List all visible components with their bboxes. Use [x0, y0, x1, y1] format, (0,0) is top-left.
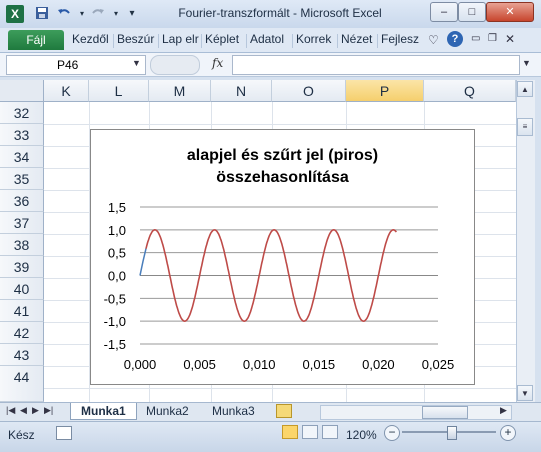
record-macro-icon[interactable]	[56, 426, 72, 440]
chart-plot: 1,5 1,0 0,5 0,0 -0,5 -1,0 -1,5 0,000 0,005 0,010 0…	[104, 200, 455, 372]
zoom-in-icon[interactable]: +	[500, 425, 516, 441]
first-sheet-icon[interactable]: |◀	[6, 405, 15, 416]
undo-dropdown-icon[interactable]: ▾	[74, 6, 90, 22]
column-header-n[interactable]: N	[211, 80, 272, 102]
undo-icon[interactable]	[56, 6, 72, 22]
tab-separator	[292, 34, 293, 48]
doc-restore-icon[interactable]: ❐	[488, 33, 497, 44]
column-header-o[interactable]: O	[272, 80, 346, 102]
sheet-tab-munka3[interactable]: Munka3	[202, 403, 265, 419]
tab-review[interactable]: Korrek	[296, 32, 331, 46]
tab-separator	[201, 34, 202, 48]
name-box-value: P46	[57, 58, 79, 72]
row-header[interactable]: 43	[0, 344, 44, 366]
row-header[interactable]: 33	[0, 124, 44, 146]
column-header-l[interactable]: L	[89, 80, 149, 102]
page-break-view-icon[interactable]	[322, 425, 338, 439]
window-title: Fourier-transzformált - Microsoft Excel	[178, 6, 382, 20]
grid-line	[44, 388, 516, 389]
scroll-up-icon[interactable]: ▲	[517, 81, 533, 97]
excel-app-icon[interactable]: X	[6, 5, 24, 23]
horizontal-scrollbar[interactable]	[320, 405, 512, 420]
grid-line	[44, 124, 516, 125]
sheet-tab-munka2[interactable]: Munka2	[136, 403, 199, 419]
file-tab[interactable]: Fájl	[8, 30, 64, 50]
y-tick-label: -1,5	[104, 337, 126, 352]
vertical-scroll-thumb[interactable]: ≡	[517, 118, 533, 136]
help-icon[interactable]: ?	[447, 31, 463, 47]
tab-formulas[interactable]: Képlet	[205, 32, 239, 46]
last-sheet-icon[interactable]: ▶|	[44, 405, 53, 416]
row-header[interactable]: 36	[0, 190, 44, 212]
redo-icon[interactable]	[90, 6, 106, 22]
insert-sheet-icon[interactable]	[276, 404, 292, 418]
x-tick-label: 0,000	[124, 357, 157, 372]
row-header[interactable]: 39	[0, 256, 44, 278]
tab-data[interactable]: Adatol	[250, 32, 284, 46]
x-tick-label: 0,020	[362, 357, 395, 372]
row-header[interactable]: 37	[0, 212, 44, 234]
tab-developer[interactable]: Fejlesz	[381, 32, 419, 46]
y-tick-label: 1,0	[108, 223, 126, 238]
doc-minimize-icon[interactable]: ▭	[471, 33, 480, 44]
x-tick-label: 0,010	[243, 357, 276, 372]
y-tick-label: 0,5	[108, 246, 126, 261]
zoom-slider-knob[interactable]	[447, 426, 457, 440]
x-tick-label: 0,025	[422, 357, 455, 372]
close-button[interactable]: ✕	[486, 2, 534, 22]
x-tick-label: 0,015	[303, 357, 336, 372]
page-layout-view-icon[interactable]	[302, 425, 318, 439]
y-tick-label: -1,0	[104, 314, 126, 329]
row-header[interactable]: 41	[0, 300, 44, 322]
name-box-dropdown-icon[interactable]: ▼	[132, 58, 141, 68]
maximize-button[interactable]: □	[458, 2, 486, 22]
minimize-button[interactable]: –	[430, 2, 458, 22]
select-all-corner[interactable]	[0, 80, 44, 102]
save-icon[interactable]	[34, 6, 50, 22]
ribbon-minimize-icon[interactable]: ♡	[428, 33, 439, 47]
tab-home[interactable]: Kezdől	[72, 32, 109, 46]
column-header-k[interactable]: K	[44, 80, 89, 102]
status-bar	[0, 421, 541, 452]
normal-view-icon[interactable]	[282, 425, 298, 439]
scroll-down-icon[interactable]: ▼	[517, 385, 533, 401]
column-header-q[interactable]: Q	[424, 80, 516, 102]
y-tick-label: 0,0	[108, 269, 126, 284]
tab-insert[interactable]: Beszúr	[117, 32, 154, 46]
formula-bar-splitter[interactable]	[150, 55, 200, 75]
formula-input[interactable]	[232, 55, 520, 75]
prev-sheet-icon[interactable]: ◀	[20, 405, 27, 416]
row-header[interactable]: 32	[0, 102, 44, 124]
insert-function-icon[interactable]: fx	[212, 56, 223, 70]
tab-page-layout[interactable]: Lap elr	[162, 32, 199, 46]
column-header-m[interactable]: M	[149, 80, 211, 102]
horizontal-scroll-thumb[interactable]	[422, 406, 468, 419]
y-tick-label: -0,5	[104, 291, 126, 306]
row-header[interactable]: 35	[0, 168, 44, 190]
tab-separator	[113, 34, 114, 48]
sheet-tab-munka1[interactable]: Munka1	[70, 403, 137, 420]
row-header[interactable]: 42	[0, 322, 44, 344]
y-tick-label: 1,5	[108, 200, 126, 215]
row-header[interactable]: 44	[0, 366, 44, 402]
column-header-p[interactable]: P	[346, 80, 424, 102]
customize-toolbar-icon[interactable]: ▾	[124, 6, 140, 22]
row-header[interactable]: 34	[0, 146, 44, 168]
next-sheet-icon[interactable]: ▶	[32, 405, 39, 416]
row-header[interactable]: 38	[0, 234, 44, 256]
status-ready: Kész	[8, 428, 35, 442]
row-header[interactable]: 40	[0, 278, 44, 300]
zoom-out-icon[interactable]: −	[384, 425, 400, 441]
tab-separator	[337, 34, 338, 48]
redo-dropdown-icon[interactable]: ▾	[108, 6, 124, 22]
doc-close-icon[interactable]: ✕	[505, 32, 515, 46]
x-tick-label: 0,005	[183, 357, 216, 372]
tab-view[interactable]: Nézet	[341, 32, 372, 46]
tab-separator	[158, 34, 159, 48]
zoom-level[interactable]: 120%	[346, 428, 377, 442]
tab-separator	[246, 34, 247, 48]
expand-formula-bar-icon[interactable]: ▼	[522, 58, 531, 68]
scroll-right-icon[interactable]: ▶	[500, 405, 507, 416]
tab-separator	[377, 34, 378, 48]
